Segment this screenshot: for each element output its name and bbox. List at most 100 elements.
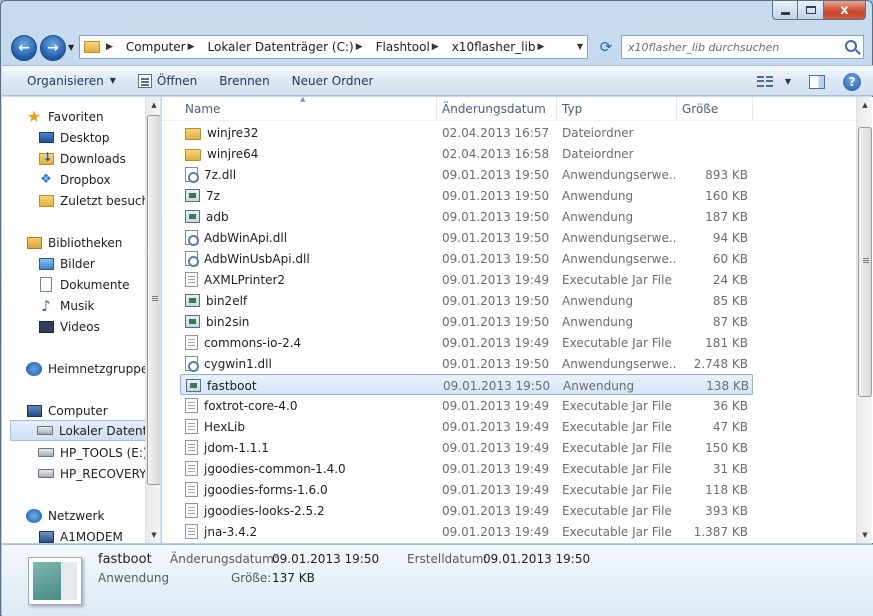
nav-homegroup[interactable]: Heimnetzgruppe	[26, 358, 146, 379]
file-row[interactable]: fastboot 09.01.2013 19:50 Anwendung 138 KB	[180, 374, 753, 395]
minimize-icon	[780, 11, 790, 15]
file-scroll-thumb[interactable]	[858, 127, 872, 397]
address-history-dropdown[interactable]: ▼	[577, 42, 583, 51]
exe-file-icon	[185, 315, 200, 328]
address-bar[interactable]: ▶ Computer ▶ Lokaler Datenträger (C:) ▶ Fl…	[79, 35, 588, 59]
maximize-button[interactable]	[798, 1, 824, 20]
breadcrumb-label: Computer	[125, 40, 186, 54]
nav-libraries[interactable]: Bibliotheken	[26, 232, 146, 253]
file-row[interactable]: jna-3.4.2 09.01.2013 19:49 Executable Jar …	[180, 521, 753, 542]
jar-file-icon	[185, 461, 198, 476]
breadcrumb-flashtool[interactable]: Flashtool ▶	[372, 36, 448, 58]
downloads-icon	[38, 150, 54, 167]
refresh-button[interactable]: ⟳	[593, 35, 619, 59]
file-row[interactable]: winjre32 02.04.2013 16:57 Dateiordner	[180, 122, 753, 143]
nav-hp-recovery[interactable]: HP_RECOVERY (	[38, 463, 146, 484]
file-row[interactable]: bin2sin 09.01.2013 19:50 Anwendung 87 KB	[180, 311, 753, 332]
new-folder-button[interactable]: Neuer Ordner	[281, 69, 385, 93]
nav-label: Netzwerk	[48, 508, 105, 523]
nav-recent[interactable]: Zuletzt besucht	[38, 190, 146, 211]
file-row[interactable]: adb 09.01.2013 19:50 Anwendung 187 KB	[180, 206, 753, 227]
nav-label: Desktop	[60, 130, 110, 145]
breadcrumb-x10flasher-lib[interactable]: x10flasher_lib ▶	[448, 36, 554, 58]
details-created-value[interactable]: 09.01.2013 19:50	[483, 552, 590, 566]
nav-downloads[interactable]: Downloads	[38, 148, 146, 169]
close-button[interactable]: x	[824, 1, 866, 20]
nav-dropbox[interactable]: ❖ Dropbox	[38, 169, 146, 190]
file-row[interactable]: winjre64 02.04.2013 16:58 Dateiordner	[180, 143, 753, 164]
nav-videos[interactable]: Videos	[38, 316, 146, 337]
search-box[interactable]	[621, 35, 864, 59]
details-modified-value[interactable]: 09.01.2013 19:50	[272, 552, 379, 566]
nav-documents[interactable]: Dokumente	[38, 274, 146, 295]
file-name: winjre64	[207, 146, 259, 161]
nav-local-disk[interactable]: Lokaler Datenträ	[10, 420, 146, 441]
file-name: jna-3.4.2	[204, 524, 258, 539]
help-icon[interactable]: ?	[843, 72, 861, 91]
file-row[interactable]: 7z 09.01.2013 19:50 Anwendung 160 KB	[180, 185, 753, 206]
breadcrumb-root[interactable]: ▶	[80, 36, 122, 58]
open-button[interactable]: Öffnen	[127, 69, 208, 93]
breadcrumb-local-disk[interactable]: Lokaler Datenträger (C:) ▶	[204, 36, 372, 58]
column-type[interactable]: Typ	[557, 97, 677, 121]
folder-file-icon	[185, 127, 201, 140]
view-icon[interactable]	[756, 75, 773, 88]
preview-pane-icon[interactable]	[809, 74, 825, 89]
organize-button[interactable]: Organisieren ▼	[16, 69, 127, 93]
nav-scrollbar[interactable]: ▲ ▼	[145, 97, 160, 543]
nav-a1modem[interactable]: A1MODEM	[38, 526, 146, 543]
column-name[interactable]: Name	[180, 97, 437, 121]
file-row[interactable]: AdbWinApi.dll 09.01.2013 19:50 Anwendungse…	[180, 227, 753, 248]
file-row[interactable]: jdom-1.1.1 09.01.2013 19:49 Executable Jar…	[180, 437, 753, 458]
chevron-right-icon[interactable]: ▶	[188, 42, 195, 52]
file-row[interactable]: jgoodies-common-1.4.0 09.01.2013 19:49 Exe…	[180, 458, 753, 479]
column-date[interactable]: Änderungsdatum	[437, 97, 557, 121]
file-row[interactable]: jgoodies-forms-1.6.0 09.01.2013 19:49 Exec…	[180, 479, 753, 500]
breadcrumb-label: Flashtool	[375, 40, 430, 54]
nav-computer[interactable]: Computer	[26, 400, 146, 421]
back-button[interactable]: ←	[11, 35, 37, 61]
nav-label: Bibliotheken	[48, 235, 123, 250]
recent-pages-dropdown[interactable]: ▼	[68, 43, 74, 52]
nav-label: Heimnetzgruppe	[48, 361, 146, 376]
file-row[interactable]: foxtrot-core-4.0 09.01.2013 19:49 Executab…	[180, 395, 753, 416]
file-row[interactable]: AXMLPrinter2 09.01.2013 19:49 Executable J…	[180, 269, 753, 290]
file-name: commons-io-2.4	[204, 335, 302, 350]
chevron-right-icon[interactable]: ▶	[106, 42, 113, 52]
details-file-name: fastboot	[98, 552, 152, 567]
file-row[interactable]: cygwin1.dll 09.01.2013 19:50 Anwendungserw…	[180, 353, 753, 374]
nav-label: Musik	[60, 298, 95, 313]
scroll-down-icon[interactable]: ▼	[146, 527, 160, 543]
nav-scroll-thumb[interactable]	[147, 115, 160, 485]
column-size[interactable]: Größe	[677, 97, 753, 121]
scroll-down-icon[interactable]: ▼	[857, 527, 873, 543]
nav-network[interactable]: Netzwerk	[26, 505, 146, 526]
burn-button[interactable]: Brennen	[208, 69, 280, 93]
file-row[interactable]: AdbWinUsbApi.dll 09.01.2013 19:50 Anwendun…	[180, 248, 753, 269]
view-dropdown-chevron-down-icon[interactable]: ▼	[785, 77, 791, 86]
file-date-cell: 09.01.2013 19:50	[442, 356, 550, 371]
scroll-up-icon[interactable]: ▲	[146, 97, 160, 113]
chevron-right-icon[interactable]: ▶	[356, 42, 363, 52]
file-date-cell: 09.01.2013 19:49	[442, 419, 550, 434]
file-row[interactable]: bin2elf 09.01.2013 19:50 Anwendung 85 KB	[180, 290, 753, 311]
file-scrollbar[interactable]: ▲ ▼	[856, 97, 872, 543]
file-row[interactable]: 7z.dll 09.01.2013 19:50 Anwendungserwe... 8…	[180, 164, 753, 185]
chevron-right-icon[interactable]: ▶	[432, 42, 439, 52]
nav-hp-tools[interactable]: HP_TOOLS (E:)	[38, 442, 146, 463]
file-row[interactable]: jgoodies-looks-2.5.2 09.01.2013 19:49 Exec…	[180, 500, 753, 521]
search-icon[interactable]	[845, 40, 857, 52]
minimize-button[interactable]	[772, 1, 798, 20]
chevron-right-icon[interactable]: ▶	[537, 42, 544, 52]
scroll-up-icon[interactable]: ▲	[857, 97, 873, 113]
search-input[interactable]	[628, 40, 838, 54]
nav-pictures[interactable]: Bilder	[38, 253, 146, 274]
nav-favorites[interactable]: ★ Favoriten	[26, 106, 146, 127]
caption-buttons: x	[772, 1, 866, 20]
file-row[interactable]: HexLib 09.01.2013 19:49 Executable Jar Fil…	[180, 416, 753, 437]
file-row[interactable]: commons-io-2.4 09.01.2013 19:49 Executable…	[180, 332, 753, 353]
nav-music[interactable]: ♪ Musik	[38, 295, 146, 316]
breadcrumb-computer[interactable]: Computer ▶	[122, 36, 204, 58]
forward-button[interactable]: →	[40, 35, 66, 61]
nav-desktop[interactable]: Desktop	[38, 127, 146, 148]
